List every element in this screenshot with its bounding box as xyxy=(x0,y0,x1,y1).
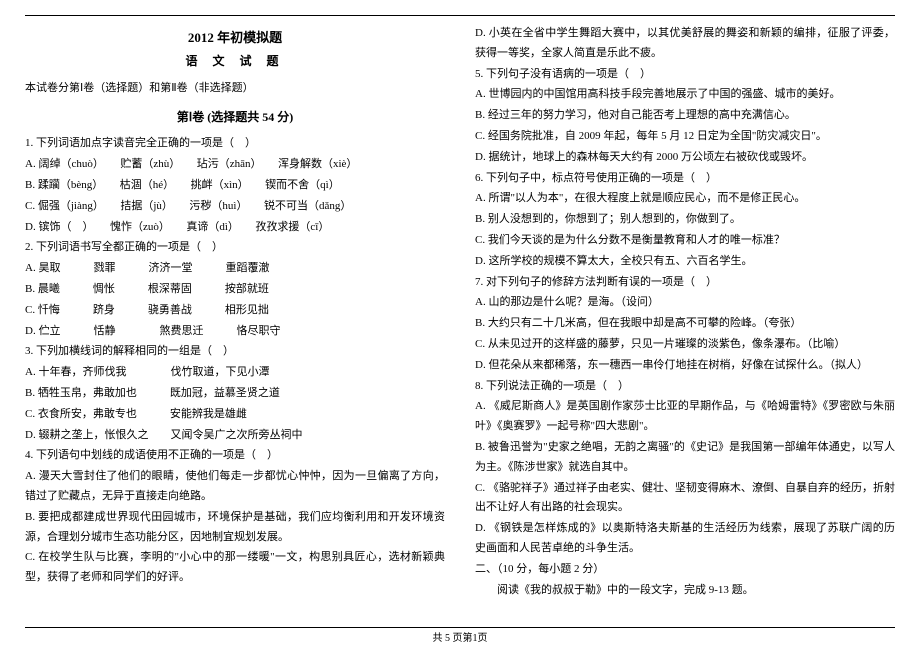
q5-c: C. 经国务院批准，自 2009 年起，每年 5 月 12 日定为全国"防灾减灾… xyxy=(475,127,895,147)
q4-stem: 4. 下列语句中划线的成语使用不正确的一项是（ ） xyxy=(25,446,445,466)
q8-b: B. 被鲁迅誉为"史家之绝唱，无韵之离骚"的《史记》是我国第一部编年体通史，以写… xyxy=(475,438,895,478)
q4-b: B. 要把成都建成世界现代田园城市，环境保护是基础，我们应均衡利用和开发环境资源… xyxy=(25,508,445,548)
q6-a: A. 所谓"以人为本"，在很大程度上就是顺应民心，而不是修正民心。 xyxy=(475,189,895,209)
q3-a: A. 十年春，齐师伐我 伐竹取道，下见小潭 xyxy=(25,363,445,383)
q7-b: B. 大约只有二十几米高，但在我眼中却是高不可攀的险峰。（夸张） xyxy=(475,314,895,334)
q1-stem: 1. 下列词语加点字读音完全正确的一项是（ ） xyxy=(25,134,445,154)
q1-a: A. 阔绰（chuò） 贮蓄（zhù） 玷污（zhān） 浑身解数（xiè） xyxy=(25,155,445,175)
q6-b: B. 别人没想到的，你想到了；别人想到的，你做到了。 xyxy=(475,210,895,230)
q5-a: A. 世博园内的中国馆用高科技手段完善地展示了中国的强盛、城市的美好。 xyxy=(475,85,895,105)
q8-stem: 8. 下列说法正确的一项是（ ） xyxy=(475,377,895,397)
q1-b: B. 蹂躏（bèng） 枯涸（hé） 挑衅（xìn） 锲而不舍（qì） xyxy=(25,176,445,196)
q3-stem: 3. 下列加横线词的解释相同的一组是（ ） xyxy=(25,342,445,362)
q2-a: A. 昊取 戮罪 济济一堂 重蹈覆澈 xyxy=(25,259,445,279)
exam-subject: 语 文 试 题 xyxy=(25,51,445,73)
section-1-header: 第Ⅰ卷 (选择题共 54 分) xyxy=(25,107,445,129)
q3-c: C. 衣食所安，弗敢专也 安能辨我是雄雌 xyxy=(25,405,445,425)
q2-b: B. 晨曦 惆怅 根深蒂固 按部就班 xyxy=(25,280,445,300)
q4-c: C. 在校学生队与比赛，李明的"小心中的那一缕暖"一文，构思别具匠心，选材新颖典… xyxy=(25,548,445,588)
q6-d: D. 这所学校的规模不算太大，全校只有五、六百名学生。 xyxy=(475,252,895,272)
q5-stem: 5. 下列句子没有语病的一项是（ ） xyxy=(475,65,895,85)
q5-d: D. 据统计，地球上的森林每天大约有 2000 万公顷左右被砍伐或毁坏。 xyxy=(475,148,895,168)
q7-c: C. 从未见过开的这样盛的藤萝，只见一片璀璨的淡紫色，像条瀑布。（比喻） xyxy=(475,335,895,355)
section-2-header: 二、（10 分，每小题 2 分） xyxy=(475,560,895,580)
reading-intro: 阅读《我的叔叔于勒》中的一段文字，完成 9-13 题。 xyxy=(475,581,895,601)
q7-d: D. 但花朵从来都稀落，东一穗西一串伶仃地挂在树梢，好像在试探什么。（拟人） xyxy=(475,356,895,376)
q7-stem: 7. 对下列句子的修辞方法判断有误的一项是（ ） xyxy=(475,273,895,293)
q4-a: A. 漫天大雪封住了他们的眼睛，使他们每走一步都忧心忡忡，因为一旦偏离了方向，错… xyxy=(25,467,445,507)
q8-a: A. 《威尼斯商人》是英国剧作家莎士比亚的早期作品，与《哈姆雷特》《罗密欧与朱丽… xyxy=(475,397,895,437)
q6-stem: 6. 下列句子中，标点符号使用正确的一项是（ ） xyxy=(475,169,895,189)
q8-d: D. 《钢铁是怎样炼成的》以奥斯特洛夫斯基的生活经历为线索，展现了苏联广阔的历史… xyxy=(475,519,895,559)
exam-title: 2012 年初模拟题 xyxy=(25,26,445,49)
q4-d: D. 小英在全省中学生舞蹈大赛中，以其优美舒展的舞姿和新颖的编排，征服了评委，获… xyxy=(475,24,895,64)
q2-stem: 2. 下列词语书写全都正确的一项是（ ） xyxy=(25,238,445,258)
q1-d: D. 镔饰（ ） 愧怍（zuò） 真谛（dì） 孜孜求援（cī） xyxy=(25,218,445,238)
q3-b: B. 牺牲玉帛，弗敢加也 既加冠，益慕圣贤之道 xyxy=(25,384,445,404)
q2-c: C. 忏悔 跻身 骁勇善战 相形见拙 xyxy=(25,301,445,321)
page-footer: 共 5 页第1页 xyxy=(25,630,895,648)
q2-d: D. 伫立 恬静 煞费思迁 恪尽职守 xyxy=(25,322,445,342)
exam-note: 本试卷分第Ⅰ卷（选择题）和第Ⅱ卷（非选择题） xyxy=(25,79,445,99)
q1-c: C. 倔强（jiàng） 拮据（jù） 污秽（huì） 锐不可当（dǎng） xyxy=(25,197,445,217)
q6-c: C. 我们今天谈的是为什么分数不是衡量教育和人才的唯一标准？ xyxy=(475,231,895,251)
q3-d: D. 辍耕之垄上，怅恨久之 又闻令吴广之次所旁丛祠中 xyxy=(25,426,445,446)
q5-b: B. 经过三年的努力学习，他对自己能否考上理想的高中充满信心。 xyxy=(475,106,895,126)
q7-a: A. 山的那边是什么呢？是海。（设问） xyxy=(475,293,895,313)
q8-c: C. 《骆驼祥子》通过祥子由老实、健壮、坚韧变得麻木、潦倒、自暴自弃的经历，折射… xyxy=(475,479,895,519)
